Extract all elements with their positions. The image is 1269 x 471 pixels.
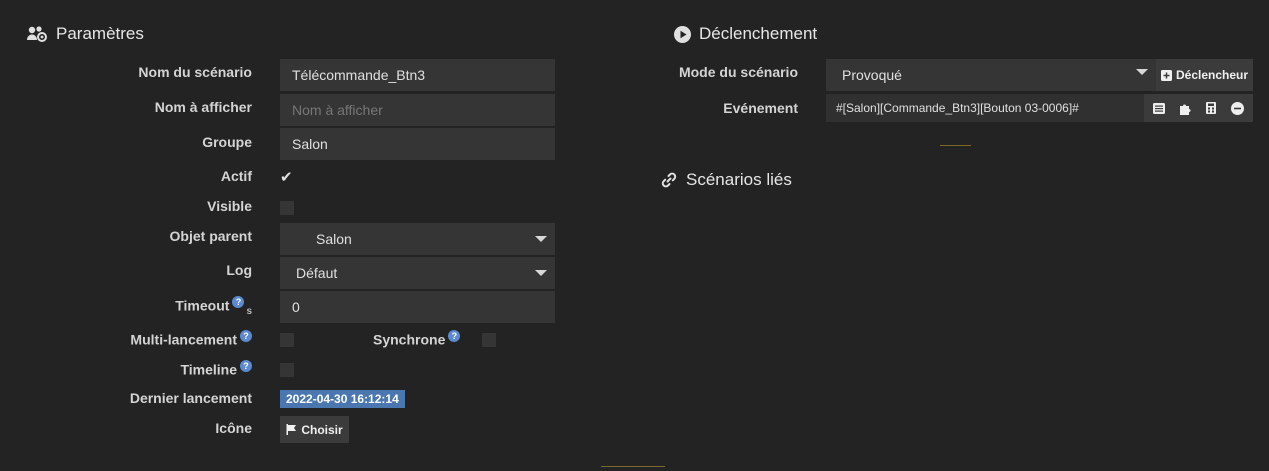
timeout-label-text: Timeout xyxy=(175,297,230,314)
params-title: Paramètres xyxy=(56,24,144,43)
log-label: Log xyxy=(226,262,252,278)
mode-label: Mode du scénario xyxy=(678,64,798,80)
help-icon[interactable]: ? xyxy=(448,330,461,342)
help-icon[interactable]: ? xyxy=(240,330,252,342)
add-trigger-label: Déclencheur xyxy=(1175,68,1249,82)
add-trigger-button[interactable]: Déclencheur xyxy=(1156,59,1253,91)
parent-object-value: Salon xyxy=(316,231,352,247)
play-circle-icon xyxy=(674,25,691,43)
timeout-input[interactable]: 0 xyxy=(280,291,555,323)
event-input[interactable]: #[Salon][Commande_Btn3][Bouton 03-0006]# xyxy=(826,94,1144,122)
timeout-unit: s xyxy=(246,306,252,318)
multi-label-text: Multi-lancement xyxy=(130,331,237,348)
scenario-name-input[interactable]: Télécommande_Btn3 xyxy=(280,59,555,91)
name-label: Nom du scénario xyxy=(138,64,252,80)
puzzle-icon[interactable] xyxy=(1178,101,1192,115)
visible-label: Visible xyxy=(207,198,252,214)
sync-label: Synchrone? xyxy=(373,330,461,348)
mode-value: Provoqué xyxy=(842,67,902,83)
timeline-checkbox[interactable] xyxy=(280,363,294,377)
chevron-down-icon xyxy=(535,270,547,276)
parent-object-select[interactable]: Salon xyxy=(280,223,555,255)
visible-checkbox[interactable] xyxy=(280,201,294,215)
trigger-divider xyxy=(940,145,971,146)
timeline-label-text: Timeline xyxy=(180,361,237,378)
users-gear-icon xyxy=(27,26,47,42)
minus-circle-icon[interactable] xyxy=(1230,101,1244,115)
mode-select[interactable]: Provoqué xyxy=(826,59,1156,91)
last-run-badge: 2022-04-30 16:12:14 xyxy=(280,390,405,408)
active-checkbox[interactable]: ✔ xyxy=(280,170,293,185)
trigger-section-title: Déclenchement xyxy=(674,24,817,44)
log-select[interactable]: Défaut xyxy=(280,257,555,289)
linked-title: Scénarios liés xyxy=(686,170,792,189)
multi-label: Multi-lancement? xyxy=(22,330,252,348)
timeline-label: Timeline? xyxy=(22,360,252,378)
group-label: Groupe xyxy=(202,134,252,150)
event-label: Evénement xyxy=(723,100,798,116)
link-icon xyxy=(661,172,677,188)
plus-square-icon xyxy=(1160,69,1172,81)
event-actions xyxy=(1144,94,1253,122)
params-section-title: Paramètres xyxy=(26,24,144,44)
flag-icon xyxy=(286,424,297,435)
help-icon[interactable]: ? xyxy=(240,360,252,372)
bottom-divider xyxy=(601,466,665,467)
group-input[interactable]: Salon xyxy=(280,128,555,160)
trigger-title: Déclenchement xyxy=(699,24,818,43)
choose-icon-button[interactable]: Choisir xyxy=(280,416,349,443)
sync-checkbox[interactable] xyxy=(482,333,496,347)
sync-label-text: Synchrone xyxy=(373,331,446,348)
linked-section-title: Scénarios liés xyxy=(660,170,792,190)
multi-checkbox[interactable] xyxy=(280,333,294,347)
calculator-icon[interactable] xyxy=(1204,101,1218,115)
chevron-down-icon xyxy=(535,236,547,242)
parent-label: Objet parent xyxy=(169,228,252,244)
log-value: Défaut xyxy=(296,265,338,281)
help-icon[interactable]: ? xyxy=(232,296,245,308)
chevron-down-icon xyxy=(1136,69,1148,75)
timeout-label: Timeout ?s xyxy=(22,296,252,317)
last-run-label: Dernier lancement xyxy=(129,390,252,406)
active-label: Actif xyxy=(220,168,252,184)
icon-label: Icône xyxy=(215,420,252,436)
display-name-label: Nom à afficher xyxy=(154,99,252,115)
list-icon[interactable] xyxy=(1152,101,1166,115)
display-name-input[interactable]: Nom à afficher xyxy=(280,94,555,126)
choose-icon-label: Choisir xyxy=(301,422,343,437)
